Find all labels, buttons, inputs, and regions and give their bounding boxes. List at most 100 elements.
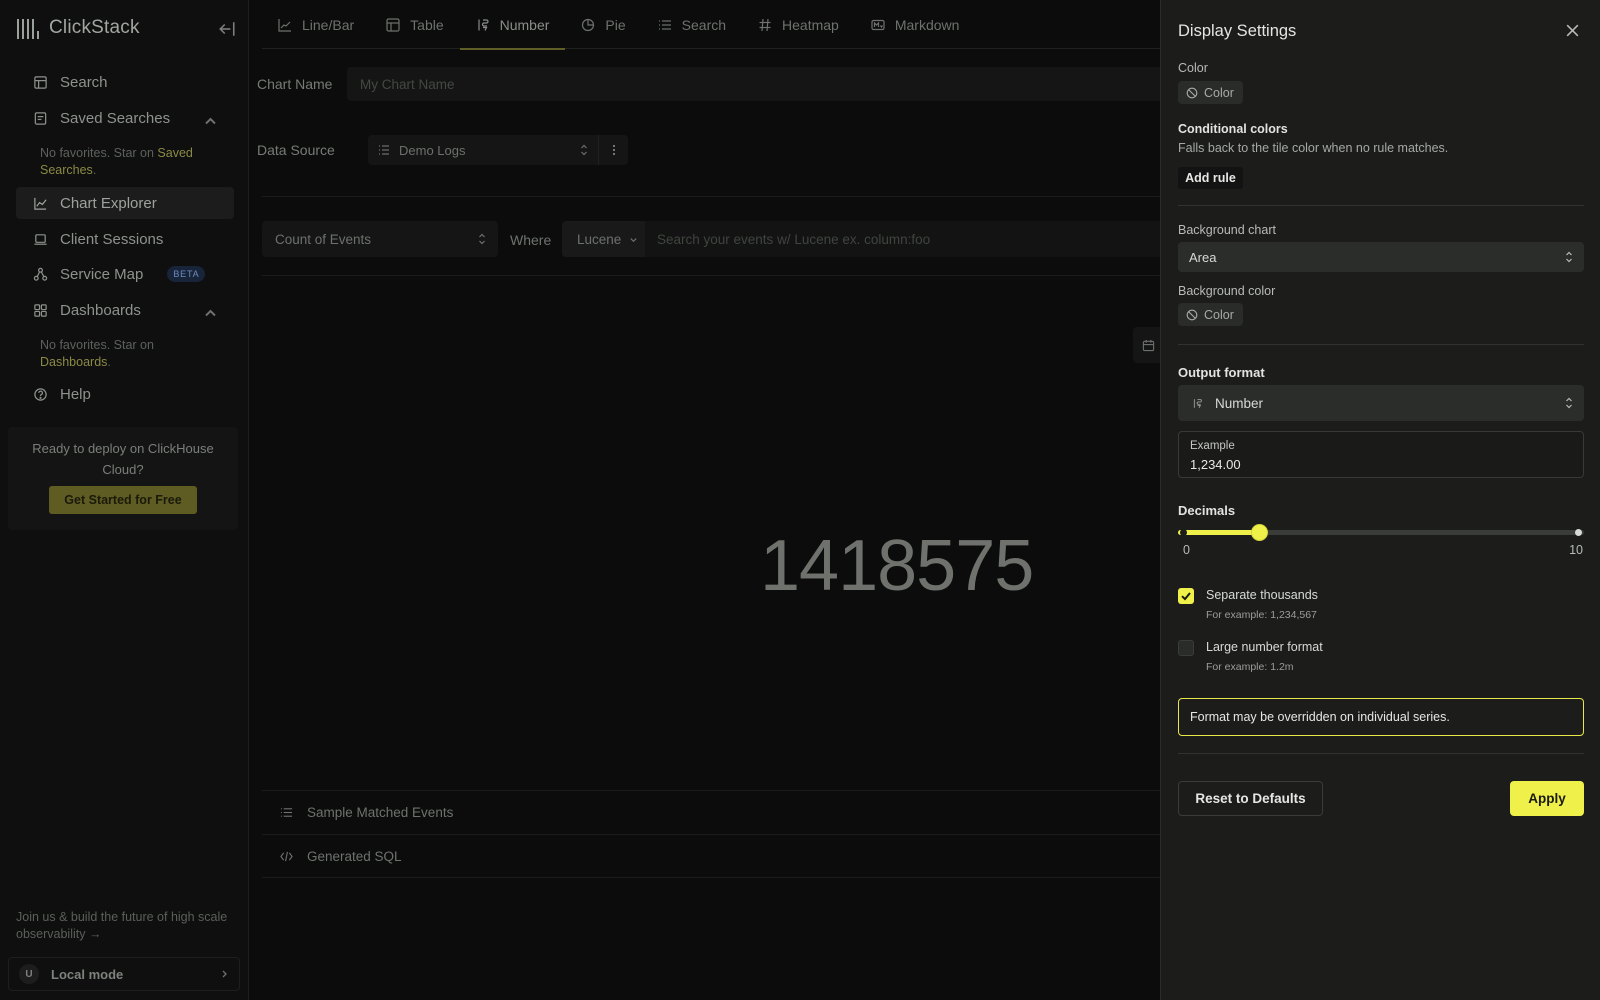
sidebar: ClickStack Search Saved Searches No favo… <box>0 0 249 1000</box>
tab-markdown[interactable]: Markdown <box>855 0 976 49</box>
sidebar-item-help[interactable]: Help <box>16 378 234 410</box>
display-settings-drawer: Display Settings Color Color Conditional… <box>1160 0 1600 1000</box>
chart-name-input[interactable]: My Chart Name <box>347 67 1160 101</box>
background-chart-select[interactable]: Area <box>1178 242 1584 272</box>
separate-thousands-label: Separate thousands <box>1206 588 1318 602</box>
chart-editor: Line/Bar Table Number Pie Search Heatmap… <box>250 0 1163 1000</box>
chevron-right-icon <box>222 970 227 978</box>
reset-to-defaults-button[interactable]: Reset to Defaults <box>1178 781 1323 816</box>
laptop-icon <box>34 233 47 245</box>
aggregation-select[interactable]: Count of Events <box>262 221 498 257</box>
background-color-picker-button[interactable]: Color <box>1178 303 1243 326</box>
join-community-link[interactable]: Join us & build the future of high scale… <box>16 909 241 943</box>
sample-events-section[interactable]: Sample Matched Events <box>262 790 1160 834</box>
close-icon[interactable] <box>1564 22 1581 39</box>
slider-max-mark <box>1575 529 1582 536</box>
slider-min-mark <box>1180 529 1187 536</box>
check-icon <box>1181 592 1191 601</box>
query-language-value: Lucene <box>577 231 622 247</box>
selector-icon <box>479 233 485 245</box>
divider <box>262 275 1160 276</box>
selector-icon <box>1566 397 1572 409</box>
output-format-select[interactable]: Number <box>1178 385 1584 421</box>
sidebar-item-search[interactable]: Search <box>16 66 234 98</box>
large-number-format-help: For example: 1.2m <box>1206 661 1294 673</box>
tab-line-bar[interactable]: Line/Bar <box>262 0 370 49</box>
slider-fill <box>1178 530 1259 535</box>
data-source-select[interactable]: Demo Logs <box>368 135 628 165</box>
large-number-format-checkbox[interactable] <box>1178 640 1194 656</box>
number-icon <box>1193 398 1202 408</box>
dashboards-link[interactable]: Dashboards <box>40 355 107 369</box>
source-list-icon <box>379 145 389 155</box>
where-search-input[interactable]: Search your events w/ Lucene ex. column:… <box>645 221 1160 257</box>
number-chart-value: 1418575 <box>760 526 1034 606</box>
data-source-value: Demo Logs <box>399 142 466 158</box>
dashboards-empty-note: No favorites. Star on Dashboards. <box>40 338 154 369</box>
table-icon <box>386 17 400 32</box>
slider-thumb[interactable] <box>1251 524 1268 541</box>
output-format-value: Number <box>1215 395 1264 411</box>
query-language-select[interactable]: Lucene <box>562 221 645 257</box>
example-label: Example <box>1190 440 1235 452</box>
sidebar-item-label: Saved Searches <box>60 109 171 127</box>
data-source-label: Data Source <box>257 142 335 158</box>
markdown-icon <box>871 19 885 30</box>
sidebar-item-chart-explorer[interactable]: Chart Explorer <box>16 187 234 219</box>
decimals-max-label: 10 <box>1569 543 1583 557</box>
background-chart-value: Area <box>1189 249 1217 265</box>
list-icon <box>658 19 671 30</box>
sidebar-item-client-sessions[interactable]: Client Sessions <box>16 223 234 255</box>
decimals-min-label: 0 <box>1183 543 1190 557</box>
color-label: Color <box>1178 61 1208 75</box>
sidebar-item-service-map[interactable]: Service Map BETA <box>16 258 234 290</box>
divider <box>1178 344 1584 345</box>
tab-table[interactable]: Table <box>370 0 459 49</box>
tab-pie[interactable]: Pie <box>565 0 641 49</box>
format-override-notice: Format may be overridden on individual s… <box>1178 698 1584 736</box>
promo-text: Ready to deploy on ClickHouse Cloud? <box>32 441 214 477</box>
background-color-label: Background color <box>1178 284 1276 298</box>
sidebar-item-label: Help <box>60 385 91 403</box>
help-icon <box>34 387 47 401</box>
get-started-button[interactable]: Get Started for Free <box>49 486 197 514</box>
list-icon <box>280 808 293 817</box>
chevron-down-icon <box>630 237 637 242</box>
avatar: U <box>19 964 39 984</box>
no-color-icon <box>1186 87 1198 98</box>
chart-name-label: Chart Name <box>257 76 333 92</box>
example-value: 1,234.00 <box>1190 457 1241 472</box>
sidebar-item-label: Client Sessions <box>60 230 164 248</box>
aggregation-value: Count of Events <box>275 231 372 247</box>
apply-button[interactable]: Apply <box>1510 781 1584 816</box>
background-chart-label: Background chart <box>1178 223 1276 237</box>
beta-badge: BETA <box>167 266 206 282</box>
clickstack-logo-icon <box>17 17 39 39</box>
chart-explorer-icon <box>34 197 47 210</box>
no-color-icon <box>1186 309 1198 320</box>
tab-number[interactable]: Number <box>459 0 566 50</box>
date-range-button[interactable] <box>1133 327 1163 363</box>
collapse-sidebar-icon[interactable] <box>218 20 236 38</box>
hash-icon <box>759 18 771 31</box>
sidebar-item-saved-searches[interactable]: Saved Searches <box>16 102 234 134</box>
tab-search[interactable]: Search <box>642 0 742 49</box>
conditional-colors-help: Falls back to the tile color when no rul… <box>1178 141 1449 155</box>
tab-heatmap[interactable]: Heatmap <box>742 0 855 49</box>
code-icon <box>280 851 293 861</box>
drawer-title: Display Settings <box>1178 22 1297 40</box>
data-source-menu-button[interactable] <box>598 135 628 165</box>
decimals-slider[interactable] <box>1178 524 1584 541</box>
decimals-title: Decimals <box>1178 503 1236 518</box>
sidebar-item-dashboards[interactable]: Dashboards <box>16 294 234 326</box>
chevron-up-icon[interactable] <box>203 113 218 128</box>
calendar-icon <box>1142 339 1154 351</box>
separate-thousands-checkbox[interactable] <box>1178 588 1194 604</box>
add-rule-button[interactable]: Add rule <box>1178 167 1243 189</box>
color-picker-button[interactable]: Color <box>1178 81 1243 104</box>
chart-type-tabs: Line/Bar Table Number Pie Search Heatmap… <box>262 0 1160 50</box>
generated-sql-section[interactable]: Generated SQL <box>262 834 1160 878</box>
brand-logo[interactable]: ClickStack <box>17 17 140 39</box>
local-mode-menu[interactable]: U Local mode <box>8 957 240 991</box>
chevron-up-icon[interactable] <box>203 305 218 320</box>
